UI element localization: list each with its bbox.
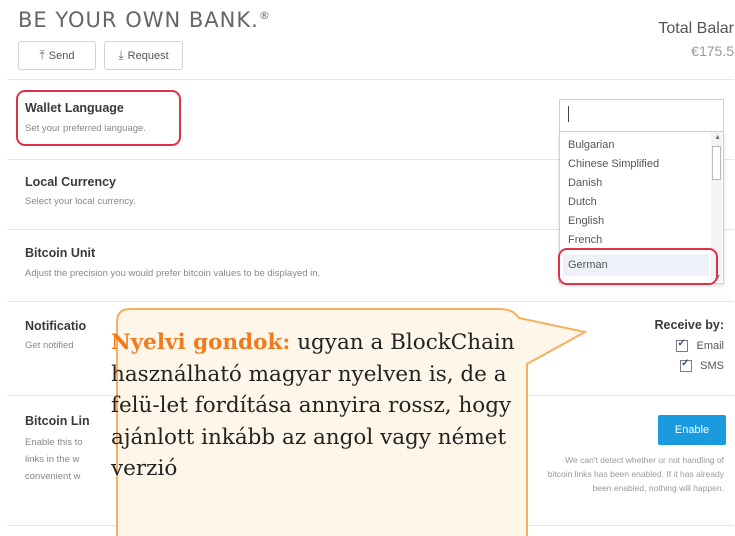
callout-text: Nyelvi gondok: ugyan a BlockChain haszná…	[111, 327, 521, 485]
callout-highlight: Nyelvi gondok:	[111, 330, 291, 355]
